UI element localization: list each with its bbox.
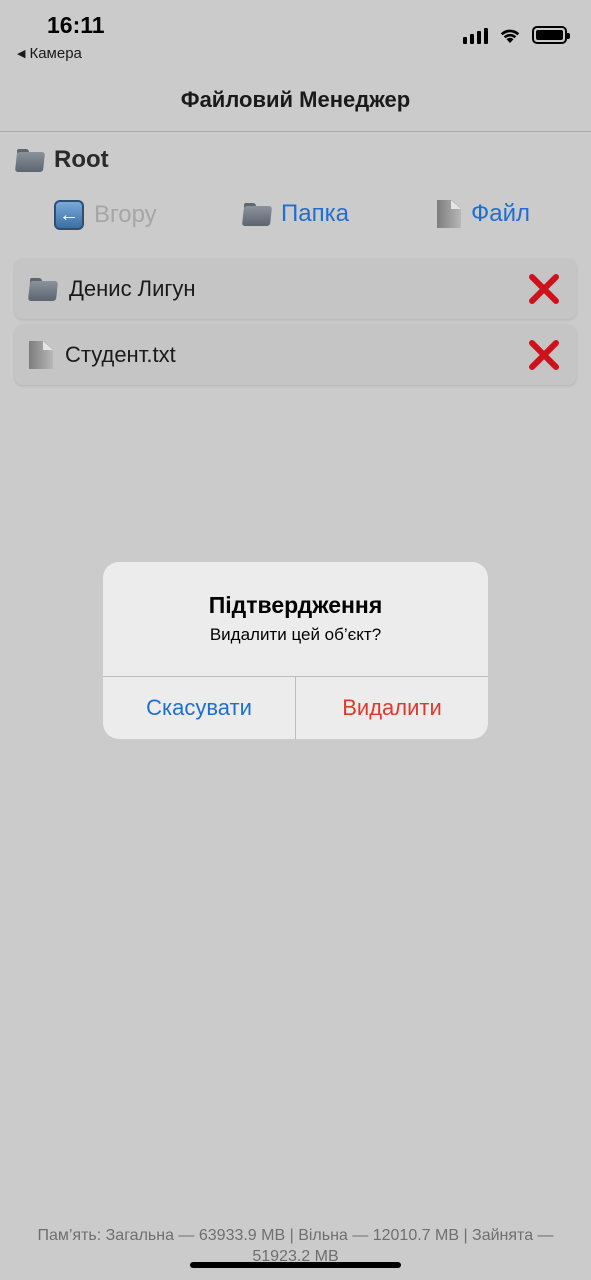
folder-icon	[241, 202, 273, 226]
delete-x-icon[interactable]	[526, 271, 562, 307]
confirm-dialog: Підтвердження Видалити цей об’єкт? Скасу…	[103, 562, 488, 739]
folder-icon	[14, 148, 46, 172]
back-to-camera-link[interactable]: ◀ Камера	[17, 45, 82, 62]
new-folder-label: Папка	[281, 200, 349, 227]
file-icon	[437, 200, 461, 228]
home-indicator[interactable]	[190, 1262, 401, 1268]
cellular-signal-icon	[463, 27, 488, 44]
status-time: 16:11	[47, 12, 105, 38]
current-path: Root	[14, 146, 109, 174]
new-folder-button[interactable]: Папка	[241, 200, 349, 228]
battery-icon	[532, 26, 570, 44]
item-label: Студент.txt	[65, 342, 176, 367]
dialog-message: Видалити цей об’єкт?	[209, 625, 382, 644]
delete-button[interactable]: Видалити	[296, 677, 488, 739]
arrow-left-icon: ←	[54, 200, 84, 230]
up-button-label: Вгору	[94, 201, 157, 228]
cancel-button[interactable]: Скасувати	[103, 677, 295, 739]
item-label: Денис Лигун	[69, 276, 196, 301]
page-title: Файловий Менеджер	[180, 87, 411, 112]
path-label: Root	[54, 146, 109, 173]
delete-x-icon[interactable]	[526, 337, 562, 373]
up-button[interactable]: ← Вгору	[54, 200, 157, 230]
new-file-label: Файл	[471, 200, 531, 227]
folder-icon	[27, 277, 59, 301]
status-icons	[463, 26, 570, 44]
wifi-icon	[500, 29, 520, 43]
new-file-button[interactable]: Файл	[437, 200, 530, 228]
list-item[interactable]: Денис Лигун	[15, 259, 576, 319]
back-label: Камера	[29, 45, 82, 62]
file-icon	[29, 341, 53, 369]
memory-status: Пам’ять: Загальна — 63933.9 MB | Вільна …	[37, 1227, 554, 1265]
list-item[interactable]: Студент.txt	[15, 325, 576, 385]
back-triangle-icon: ◀	[17, 48, 26, 60]
dialog-title: Підтвердження	[208, 592, 383, 618]
nav-divider	[0, 131, 591, 132]
